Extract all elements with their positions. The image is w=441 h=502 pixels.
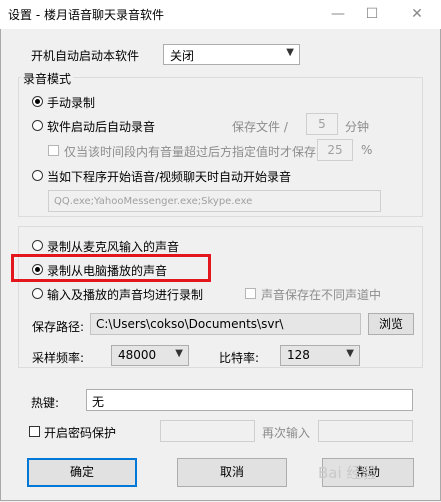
password-input[interactable] — [160, 420, 255, 442]
percent-unit: % — [361, 143, 373, 157]
autostart-value: 关闭 — [170, 49, 195, 63]
reenter-password-input[interactable] — [318, 420, 413, 442]
chevron-down-icon: ▼ — [346, 348, 354, 359]
auto-start-record-label: 软件启动后自动录音 — [47, 120, 156, 134]
chevron-down-icon: ▼ — [175, 348, 183, 359]
hotkey-label: 热键: — [31, 396, 60, 410]
ok-button[interactable]: 确定 — [27, 458, 137, 487]
hotkey-input[interactable]: 无 — [86, 389, 413, 411]
password-label: 开启密码保护 — [44, 426, 117, 440]
auto-start-record-radio[interactable] — [32, 120, 43, 131]
mic-radio[interactable] — [32, 240, 43, 251]
pc-playback-radio[interactable] — [32, 264, 43, 275]
sample-rate-value: 48000 — [118, 348, 157, 362]
minutes-unit: 分钟 — [345, 120, 370, 134]
window-title: 设置 - 楼月语音聊天录音软件 — [8, 8, 164, 22]
chevron-down-icon: ▼ — [286, 47, 294, 58]
watermark: Bai 经验 — [318, 464, 377, 482]
bitrate-value: 128 — [287, 348, 310, 362]
autostart-dropdown[interactable]: 关闭 ▼ — [163, 44, 300, 65]
save-path-input[interactable]: C:\Users\cokso\Documents\svr\ — [90, 313, 361, 335]
sample-rate-dropdown[interactable]: 48000 ▼ — [111, 345, 189, 366]
record-mode-title: 录音模式 — [21, 70, 74, 87]
separate-channels-checkbox[interactable] — [245, 288, 256, 299]
save-path-label: 保存路径: — [32, 320, 85, 334]
bitrate-label: 比特率: — [219, 351, 260, 365]
autostart-label: 开机自动启动本软件 — [31, 49, 140, 63]
sample-rate-label: 采样频率: — [32, 351, 85, 365]
bitrate-dropdown[interactable]: 128 ▼ — [280, 345, 360, 366]
reenter-label: 再次输入 — [262, 426, 311, 440]
both-label: 输入及播放的声音均进行录制 — [47, 288, 204, 302]
mic-label: 录制从麦克风输入的声音 — [47, 240, 180, 254]
only-save-label: 仅当该时间段内有音量超过后方指定值时才保存 — [64, 145, 317, 159]
both-radio[interactable] — [32, 288, 43, 299]
maximize-button[interactable]: ☐ — [360, 4, 384, 24]
threshold-input[interactable]: 25 — [317, 139, 353, 161]
browse-button[interactable]: 浏览 — [368, 313, 414, 335]
auto-on-programs-radio[interactable] — [32, 170, 43, 181]
password-checkbox[interactable] — [29, 426, 40, 437]
programs-input[interactable]: QQ.exe;YahooMessenger.exe;Skype.exe — [48, 190, 381, 212]
manual-record-label: 手动录制 — [47, 96, 96, 110]
pc-playback-label: 录制从电脑播放的声音 — [47, 264, 168, 278]
save-file-label: 保存文件 / — [232, 120, 288, 134]
save-file-minutes-input[interactable]: 5 — [306, 113, 338, 135]
only-save-checkbox[interactable] — [48, 145, 59, 156]
manual-record-radio[interactable] — [32, 96, 43, 107]
close-button[interactable]: ✕ — [405, 4, 429, 24]
minimize-button[interactable]: — — [326, 4, 350, 24]
cancel-button[interactable]: 取消 — [177, 458, 287, 487]
separate-channels-label: 声音保存在不同声道中 — [261, 288, 382, 302]
auto-on-programs-label: 当如下程序开始语音/视频聊天时自动开始录音 — [47, 170, 292, 184]
